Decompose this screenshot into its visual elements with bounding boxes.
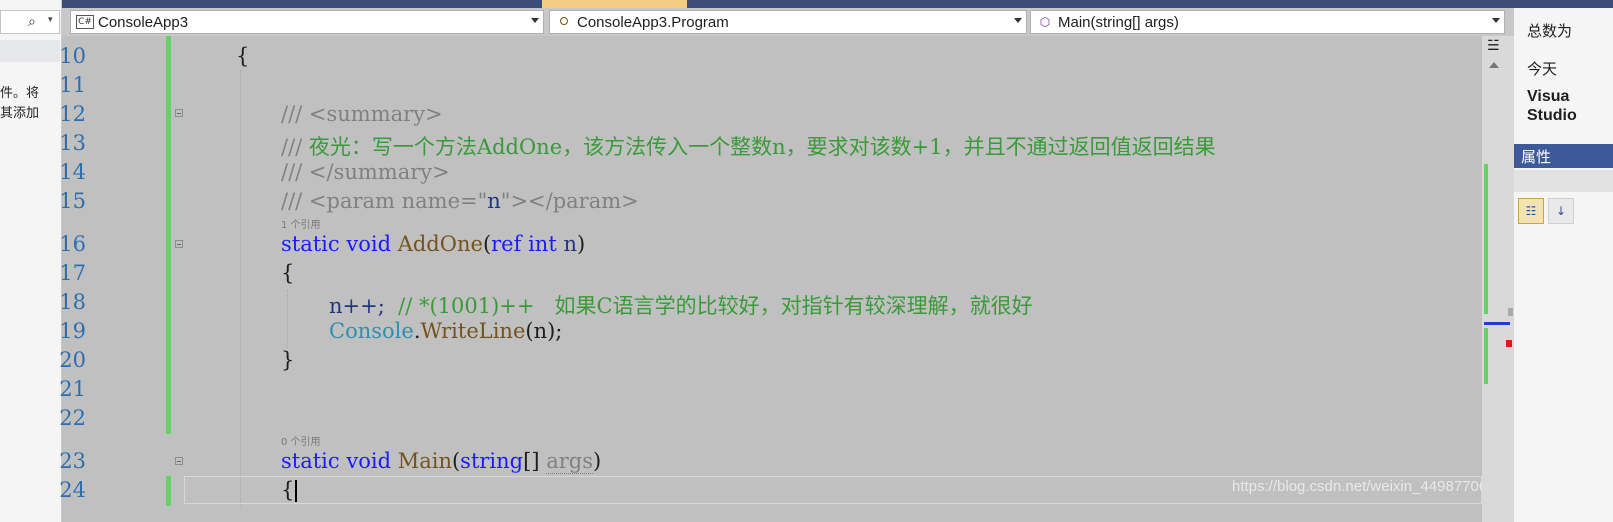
line-number: 21: [59, 377, 86, 401]
line-number: 18: [59, 290, 86, 314]
collapse-icon[interactable]: [175, 457, 183, 465]
code-editor[interactable]: [62, 36, 1482, 522]
left-search-box[interactable]: ⌕ ▾: [0, 10, 60, 34]
codelens-references[interactable]: 1 个引用: [281, 216, 321, 231]
code-line-15: /// <param name="n"></param>: [281, 189, 639, 213]
properties-panel-header: 属性: [1514, 144, 1613, 168]
code-line-23: static void Main(string[] args): [281, 449, 602, 474]
right-tool-pane: 总数为 今天 Visua Studio 属性 ☷ ↓: [1514, 0, 1613, 522]
code-line-19: Console.WriteLine(n);: [329, 319, 563, 343]
code-line-20: }: [281, 348, 295, 372]
method-icon: ⬡: [1039, 15, 1051, 29]
collapse-icon[interactable]: [175, 240, 183, 248]
scrollbar-error-marker: [1506, 340, 1512, 347]
line-number: 17: [59, 261, 86, 285]
line-number: 12: [59, 102, 86, 126]
line-number: 15: [59, 189, 86, 213]
tab-program-active[interactable]: [542, 0, 687, 8]
codelens-references[interactable]: 0 个引用: [281, 433, 321, 448]
line-number: 11: [59, 73, 86, 97]
scrollbar-caret-marker: [1484, 322, 1510, 325]
scrollbar-change-marker: [1484, 164, 1488, 314]
chevron-down-icon: [1492, 18, 1500, 23]
code-line-13: /// 夜光：写一个方法AddOne，该方法传入一个整数n，要求对该数+1，并且…: [281, 135, 1216, 159]
code-line-10: {: [236, 44, 250, 68]
line-number: 14: [59, 160, 86, 184]
code-navigation-bar: C# ConsoleApp3 ⭘ ConsoleApp3.Program ⬡ M…: [62, 8, 1564, 36]
line-number: 13: [59, 131, 86, 155]
line-number: 10: [59, 44, 86, 68]
class-icon: ⭘: [559, 15, 569, 28]
text-caret: [295, 480, 297, 502]
scroll-up-icon[interactable]: [1489, 62, 1499, 68]
split-window-icon[interactable]: ☱: [1487, 38, 1500, 54]
code-line-18: n++; // *(1001)++ 如果C语言学的比较好，对指针有较深理解，就很…: [329, 294, 1033, 318]
member-dropdown[interactable]: ⬡ Main(string[] args): [1030, 10, 1505, 34]
line-number: 19: [59, 319, 86, 343]
notification-item-title-1[interactable]: Visua: [1527, 88, 1569, 106]
notification-item-title-2[interactable]: Studio: [1527, 107, 1577, 125]
collapse-icon[interactable]: [175, 109, 183, 117]
alphabetical-sort-icon[interactable]: ↓: [1548, 198, 1574, 224]
member-dropdown-label: Main(string[] args): [1058, 13, 1179, 31]
change-tracking-bar: [166, 36, 171, 434]
change-tracking-bar: [166, 476, 171, 506]
code-line-16: static void AddOne(ref int n): [281, 232, 586, 256]
chevron-down-icon: [1014, 18, 1022, 23]
right-pane-titlebar: [1514, 0, 1613, 8]
line-number: 16: [59, 232, 86, 256]
indent-guide: [287, 290, 288, 348]
categorized-view-icon[interactable]: ☷: [1518, 198, 1544, 224]
watermark: https://blog.csdn.net/weixin_44987706: [1232, 478, 1488, 495]
document-tab-strip: [60, 0, 1564, 8]
code-line-17: {: [281, 261, 295, 285]
indent-guide: [240, 70, 241, 506]
notification-total-label: 总数为: [1527, 22, 1573, 40]
chevron-down-icon[interactable]: ▾: [48, 15, 53, 25]
class-dropdown-label: ConsoleApp3.Program: [577, 13, 729, 31]
line-number: 24: [59, 478, 86, 502]
vertical-scrollbar[interactable]: ☱: [1482, 36, 1514, 522]
notification-group-today: 今天: [1527, 60, 1558, 78]
project-dropdown[interactable]: C# ConsoleApp3: [70, 10, 544, 34]
search-icon[interactable]: ⌕: [28, 14, 36, 30]
scrollbar-marker: [1508, 308, 1513, 316]
scrollbar-change-marker: [1484, 328, 1488, 384]
line-number: 20: [59, 348, 86, 372]
properties-object-selector[interactable]: [1514, 170, 1613, 192]
properties-panel-title: 属性: [1521, 148, 1552, 166]
chevron-down-icon: [531, 18, 539, 23]
code-line-12: /// <summary>: [281, 102, 443, 126]
code-line-14: /// </summary>: [281, 160, 450, 184]
csharp-project-icon: C#: [76, 15, 94, 29]
class-dropdown[interactable]: ⭘ ConsoleApp3.Program: [549, 10, 1027, 34]
code-line-24: {: [281, 478, 295, 502]
line-number: 23: [59, 449, 86, 473]
project-dropdown-label: ConsoleApp3: [98, 13, 189, 31]
line-number: 22: [59, 406, 86, 430]
